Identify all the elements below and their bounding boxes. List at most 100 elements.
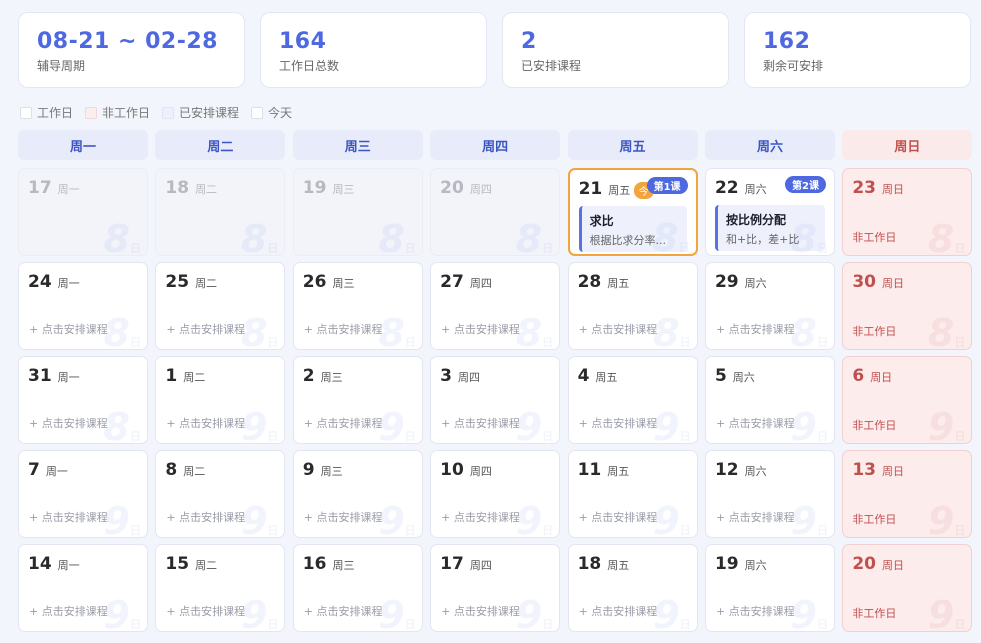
day-number: 4 (577, 366, 590, 386)
day-number: 13 (852, 460, 877, 480)
day-cell[interactable]: 23 周日 非工作日 8日 (842, 168, 973, 256)
watermark-unit: 日 (404, 524, 416, 537)
day-header: 13 周日 (852, 460, 904, 480)
day-weekday: 周四 (469, 183, 492, 196)
day-cell[interactable]: 30 周日 非工作日 8日 (842, 262, 973, 350)
add-course-hint[interactable]: + 点击安排课程 (441, 603, 520, 619)
add-course-hint[interactable]: + 点击安排课程 (166, 415, 245, 431)
add-course-hint[interactable]: + 点击安排课程 (579, 321, 658, 337)
add-course-hint[interactable]: + 点击安排课程 (579, 509, 658, 525)
watermark-number: 8 (378, 311, 405, 350)
legend-swatch-today (251, 106, 264, 119)
day-cell[interactable]: 7 周一 + 点击安排课程 9日 (18, 450, 148, 538)
day-cell[interactable]: 3 周四 + 点击安排课程 9日 (430, 356, 561, 444)
stat-label: 辅导周期 (37, 59, 86, 73)
day-number: 11 (577, 460, 602, 480)
add-course-hint[interactable]: + 点击安排课程 (441, 415, 520, 431)
day-cell[interactable]: 29 周六 + 点击安排课程 8日 (704, 262, 835, 350)
day-weekday: 周六 (744, 277, 767, 290)
day-cell[interactable]: 8 周二 + 点击安排课程 9日 (155, 450, 286, 538)
add-course-hint[interactable]: + 点击安排课程 (29, 321, 108, 337)
day-cell[interactable]: 9 周三 + 点击安排课程 9日 (292, 450, 423, 538)
day-cell[interactable]: 2 周三 + 点击安排课程 9日 (292, 356, 423, 444)
day-cell[interactable]: 15 周二 + 点击安排课程 9日 (155, 544, 286, 632)
day-cell[interactable]: 24 周一 + 点击安排课程 8日 (18, 262, 148, 350)
add-course-hint[interactable]: + 点击安排课程 (29, 603, 108, 619)
add-course-hint[interactable]: + 点击安排课程 (716, 603, 795, 619)
day-cell[interactable]: 20 周日 非工作日 9日 (842, 544, 973, 632)
day-cell[interactable]: 19 周六 + 点击安排课程 9日 (704, 544, 835, 632)
day-cell[interactable]: 14 周一 + 点击安排课程 9日 (18, 544, 148, 632)
month-watermark: 9日 (516, 405, 553, 443)
day-number: 24 (28, 272, 52, 292)
day-number: 18 (165, 178, 190, 198)
day-cell[interactable]: 22 周六 第2课 按比例分配 和+比，差+比 8日 (704, 168, 835, 256)
day-cell[interactable]: 21 周五今第1课 求比 根据比求分率... 8日 (567, 168, 698, 256)
month-watermark: 8日 (791, 217, 828, 255)
stat-label: 已安排课程 (521, 59, 582, 73)
day-header: 20 周四 (440, 178, 492, 198)
watermark-number: 9 (240, 593, 268, 632)
add-course-hint[interactable]: + 点击安排课程 (579, 415, 658, 431)
day-header: 10 周四 (440, 460, 492, 480)
add-course-hint[interactable]: + 点击安排课程 (716, 321, 795, 337)
weekday-tue: 周二 (155, 130, 286, 160)
day-cell[interactable]: 5 周六 + 点击安排课程 9日 (704, 356, 835, 444)
watermark-number: 9 (378, 499, 405, 538)
day-cell[interactable]: 25 周二 + 点击安排课程 8日 (155, 262, 286, 350)
add-course-hint[interactable]: + 点击安排课程 (29, 509, 108, 525)
day-cell[interactable]: 26 周三 + 点击安排课程 8日 (292, 262, 423, 350)
day-cell[interactable]: 4 周五 + 点击安排课程 9日 (567, 356, 698, 444)
watermark-number: 9 (515, 499, 543, 538)
month-watermark: 9日 (928, 593, 965, 631)
nonworkday-label: 非工作日 (852, 419, 897, 432)
add-course-hint[interactable]: + 点击安排课程 (304, 509, 383, 525)
day-cell[interactable]: 11 周五 + 点击安排课程 9日 (567, 450, 698, 538)
add-course-hint[interactable]: + 点击安排课程 (579, 603, 658, 619)
watermark-unit: 日 (954, 430, 966, 443)
add-course-hint[interactable]: + 点击安排课程 (716, 509, 795, 525)
watermark-number: 9 (653, 593, 680, 632)
calendar-root: 08-21 ~ 02-28 辅导周期 164 工作日总数 2 已安排课程 162… (0, 0, 981, 643)
add-course-hint[interactable]: + 点击安排课程 (304, 321, 383, 337)
day-cell[interactable]: 31 周一 + 点击安排课程 8日 (18, 356, 148, 444)
add-course-hint[interactable]: + 点击安排课程 (304, 415, 383, 431)
add-course-hint[interactable]: + 点击安排课程 (166, 509, 245, 525)
month-watermark: 8日 (652, 216, 689, 254)
day-cell[interactable]: 10 周四 + 点击安排课程 9日 (430, 450, 561, 538)
day-weekday: 周一 (57, 277, 80, 290)
day-weekday: 周三 (332, 277, 355, 290)
add-course-hint[interactable]: + 点击安排课程 (166, 321, 245, 337)
add-course-hint[interactable]: + 点击安排课程 (441, 509, 520, 525)
day-cell[interactable]: 1 周二 + 点击安排课程 9日 (155, 356, 286, 444)
day-header: 4 周五 (578, 366, 618, 386)
watermark-number: 9 (240, 405, 268, 444)
add-course-hint[interactable]: + 点击安排课程 (166, 603, 245, 619)
add-course-hint[interactable]: + 点击安排课程 (304, 603, 383, 619)
month-watermark: 8日 (516, 217, 553, 255)
day-header: 15 周二 (165, 554, 217, 574)
add-course-hint[interactable]: + 点击安排课程 (29, 415, 108, 431)
day-header: 18 周二 (165, 178, 217, 198)
month-watermark: 9日 (104, 593, 141, 631)
day-cell[interactable]: 28 周五 + 点击安排课程 8日 (567, 262, 698, 350)
day-cell[interactable]: 27 周四 + 点击安排课程 8日 (430, 262, 561, 350)
day-cell[interactable]: 13 周日 非工作日 9日 (842, 450, 973, 538)
day-cell[interactable]: 12 周六 + 点击安排课程 9日 (704, 450, 835, 538)
day-weekday: 周五 (608, 184, 631, 197)
stat-card-remaining: 162 剩余可安排 (744, 12, 971, 88)
stats-bar: 08-21 ~ 02-28 辅导周期 164 工作日总数 2 已安排课程 162… (18, 12, 971, 88)
day-cell[interactable]: 17 周四 + 点击安排课程 9日 (430, 544, 561, 632)
add-course-hint[interactable]: + 点击安排课程 (441, 321, 520, 337)
day-number: 15 (165, 554, 190, 574)
day-cell[interactable]: 16 周三 + 点击安排课程 9日 (292, 544, 423, 632)
watermark-unit: 日 (404, 336, 416, 349)
day-cell[interactable]: 6 周日 非工作日 9日 (842, 356, 973, 444)
weekday-mon: 周一 (18, 130, 148, 160)
day-number: 2 (302, 366, 315, 386)
month-watermark: 8日 (928, 217, 965, 255)
day-header: 29 周六 (715, 272, 767, 292)
day-cell[interactable]: 18 周五 + 点击安排课程 9日 (567, 544, 698, 632)
nonworkday-label: 非工作日 (852, 325, 897, 338)
add-course-hint[interactable]: + 点击安排课程 (716, 415, 795, 431)
